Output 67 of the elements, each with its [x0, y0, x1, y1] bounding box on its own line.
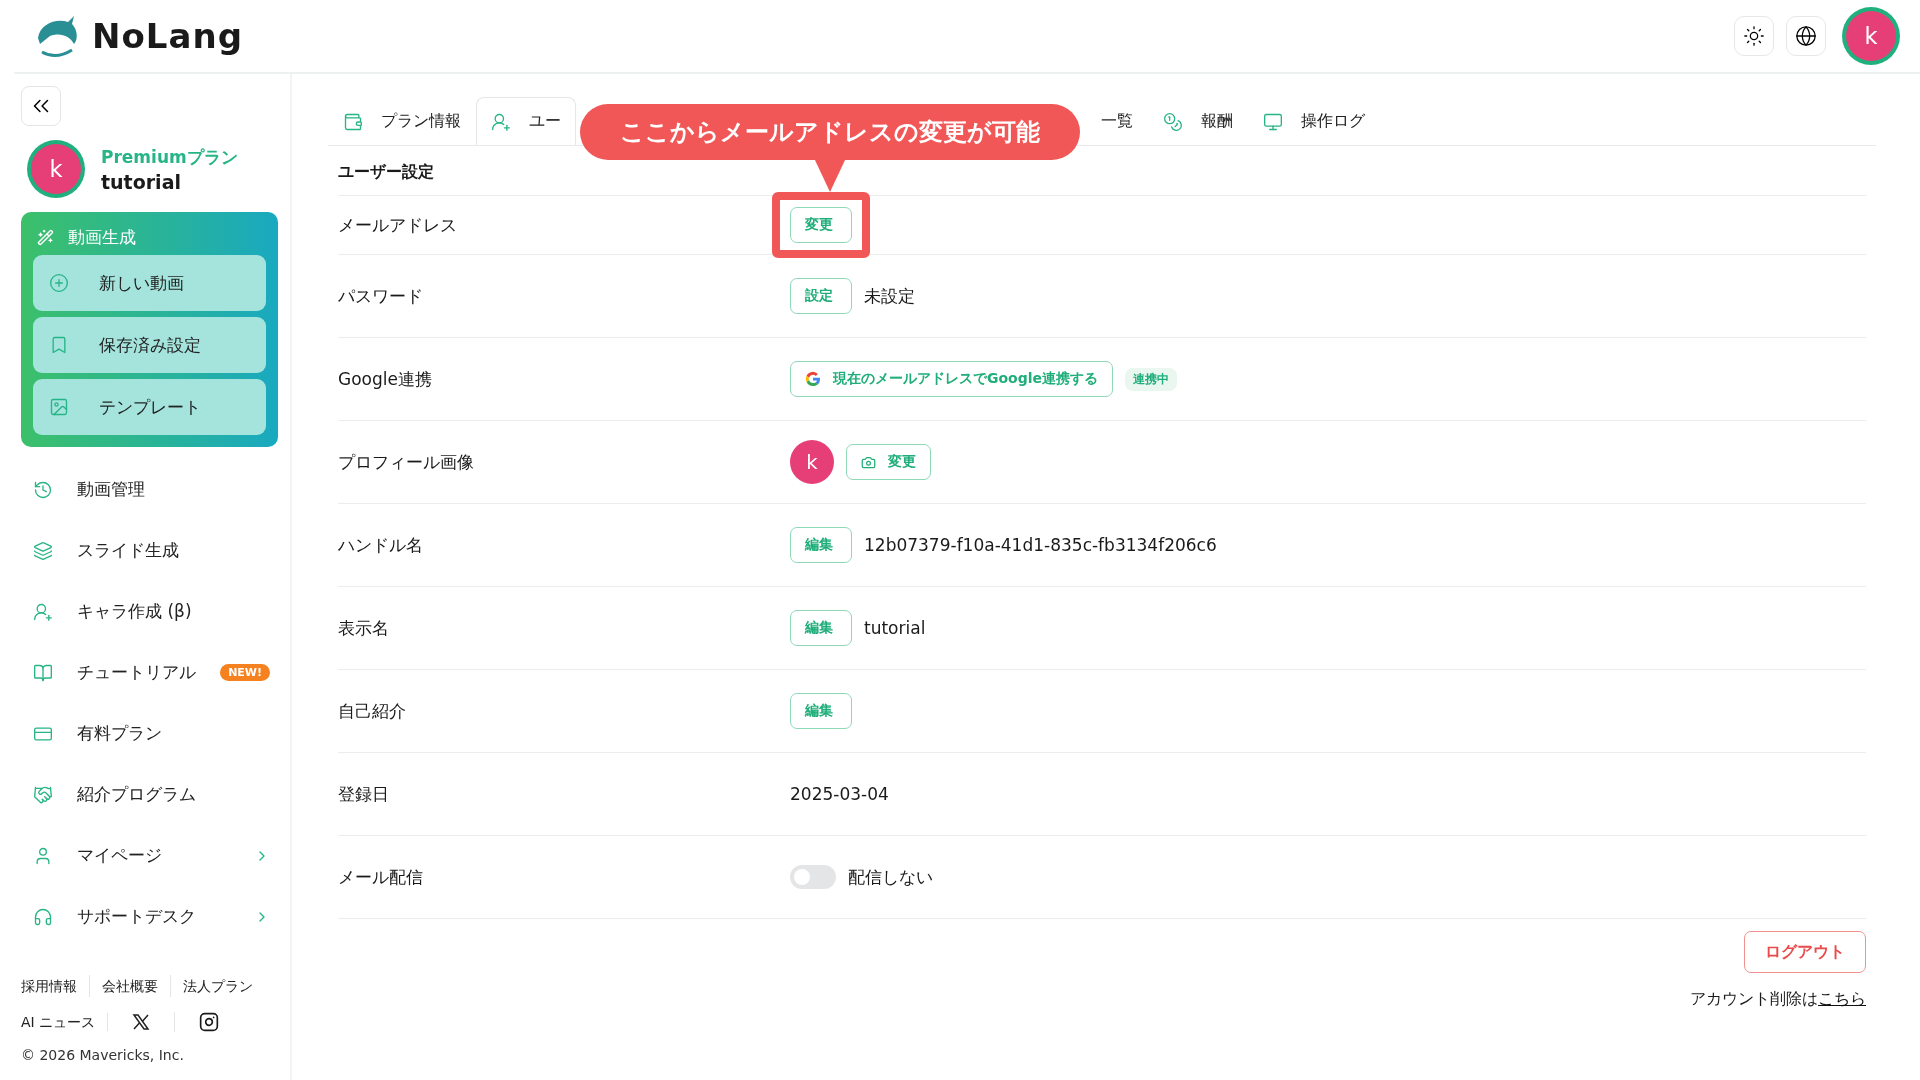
- nav-item-icon: [33, 784, 53, 805]
- card-title: 動画生成: [68, 226, 136, 249]
- new-badge: NEW!: [220, 664, 270, 681]
- x-logo-icon[interactable]: [132, 1013, 151, 1031]
- tab-icon: [1163, 111, 1183, 132]
- footer-link[interactable]: 会社概要: [89, 975, 170, 997]
- field-label: 表示名: [338, 616, 390, 640]
- theme-button[interactable]: [1734, 16, 1774, 56]
- nav-item-icon: [33, 906, 53, 927]
- toggle-switch[interactable]: [790, 865, 836, 889]
- footer-link[interactable]: 採用情報: [21, 975, 89, 997]
- footer-link[interactable]: 法人プラン: [170, 975, 265, 997]
- card-menu-item[interactable]: 新しい動画: [33, 255, 266, 311]
- field-label: Google連携: [338, 367, 433, 391]
- tab-icon: [343, 111, 363, 132]
- collapse-button[interactable]: [21, 86, 61, 126]
- nav-item-icon: [33, 601, 53, 622]
- logo-text: NoLang: [92, 16, 243, 56]
- toggle-label: 配信しない: [848, 865, 933, 889]
- field-label: メール配信: [338, 865, 424, 889]
- card-menu-item[interactable]: 保存済み設定: [33, 317, 266, 373]
- field-label: 登録日: [338, 782, 390, 806]
- nav-item[interactable]: キャラ作成 (β): [21, 581, 278, 642]
- field-label: プロフィール画像: [338, 450, 475, 474]
- field-value: tutorial: [864, 618, 926, 638]
- magic-wand-icon: [37, 229, 54, 246]
- status-badge: 連携中: [1125, 367, 1178, 391]
- nav-item[interactable]: チュートリアル NEW!: [21, 642, 278, 703]
- field-label: パスワード: [338, 284, 424, 308]
- nav-item[interactable]: 有料プラン: [21, 703, 278, 764]
- profile-avatar: k: [790, 440, 834, 484]
- field-label: ハンドル名: [338, 533, 424, 557]
- camera-icon: [861, 454, 876, 470]
- instagram-icon[interactable]: [199, 1012, 220, 1032]
- sun-icon: [1743, 25, 1765, 47]
- field-value: 2025-03-04: [790, 784, 889, 804]
- delete-account-link[interactable]: こちら: [1818, 989, 1866, 1008]
- copyright: © 2026 Mavericks, Inc.: [21, 1047, 185, 1063]
- tab-icon: [491, 111, 511, 132]
- nav-item[interactable]: 紹介プログラム: [21, 764, 278, 825]
- nav-item-icon: [33, 540, 53, 561]
- footer-link[interactable]: AI ニュース: [21, 1011, 108, 1033]
- section-title: ユーザー設定: [338, 146, 1866, 196]
- profile-avatar: k: [31, 144, 81, 194]
- menu-item-icon: [49, 397, 69, 417]
- card-menu-item[interactable]: テンプレート: [33, 379, 266, 435]
- nav-item-icon: [33, 662, 53, 683]
- nav-item[interactable]: 動画管理: [21, 459, 278, 520]
- delete-account-note: アカウント削除はこちら: [1690, 989, 1866, 1010]
- field-value: 12b07379-f10a-41d1-835c-fb3134f206c6: [864, 535, 1217, 555]
- language-button[interactable]: [1786, 16, 1826, 56]
- globe-icon: [1795, 25, 1817, 47]
- menu-item-icon: [49, 273, 69, 293]
- user-avatar[interactable]: k: [1846, 11, 1896, 61]
- nav-item[interactable]: サポートデスク: [21, 886, 278, 947]
- plan-name: Premiumプラン: [101, 145, 238, 169]
- field-value: 未設定: [864, 284, 915, 308]
- nav-item-icon: [33, 479, 53, 500]
- field-label: メールアドレス: [338, 213, 458, 237]
- user-name: tutorial: [101, 170, 182, 193]
- nav-item[interactable]: マイページ: [21, 825, 278, 886]
- field-label: 自己紹介: [338, 699, 407, 723]
- nav-item[interactable]: スライド生成: [21, 520, 278, 581]
- tab-icon: [1263, 111, 1283, 132]
- logout-button[interactable]: ログアウト: [1744, 931, 1866, 973]
- tab[interactable]: ユー: [476, 97, 576, 145]
- google-icon: [805, 371, 821, 387]
